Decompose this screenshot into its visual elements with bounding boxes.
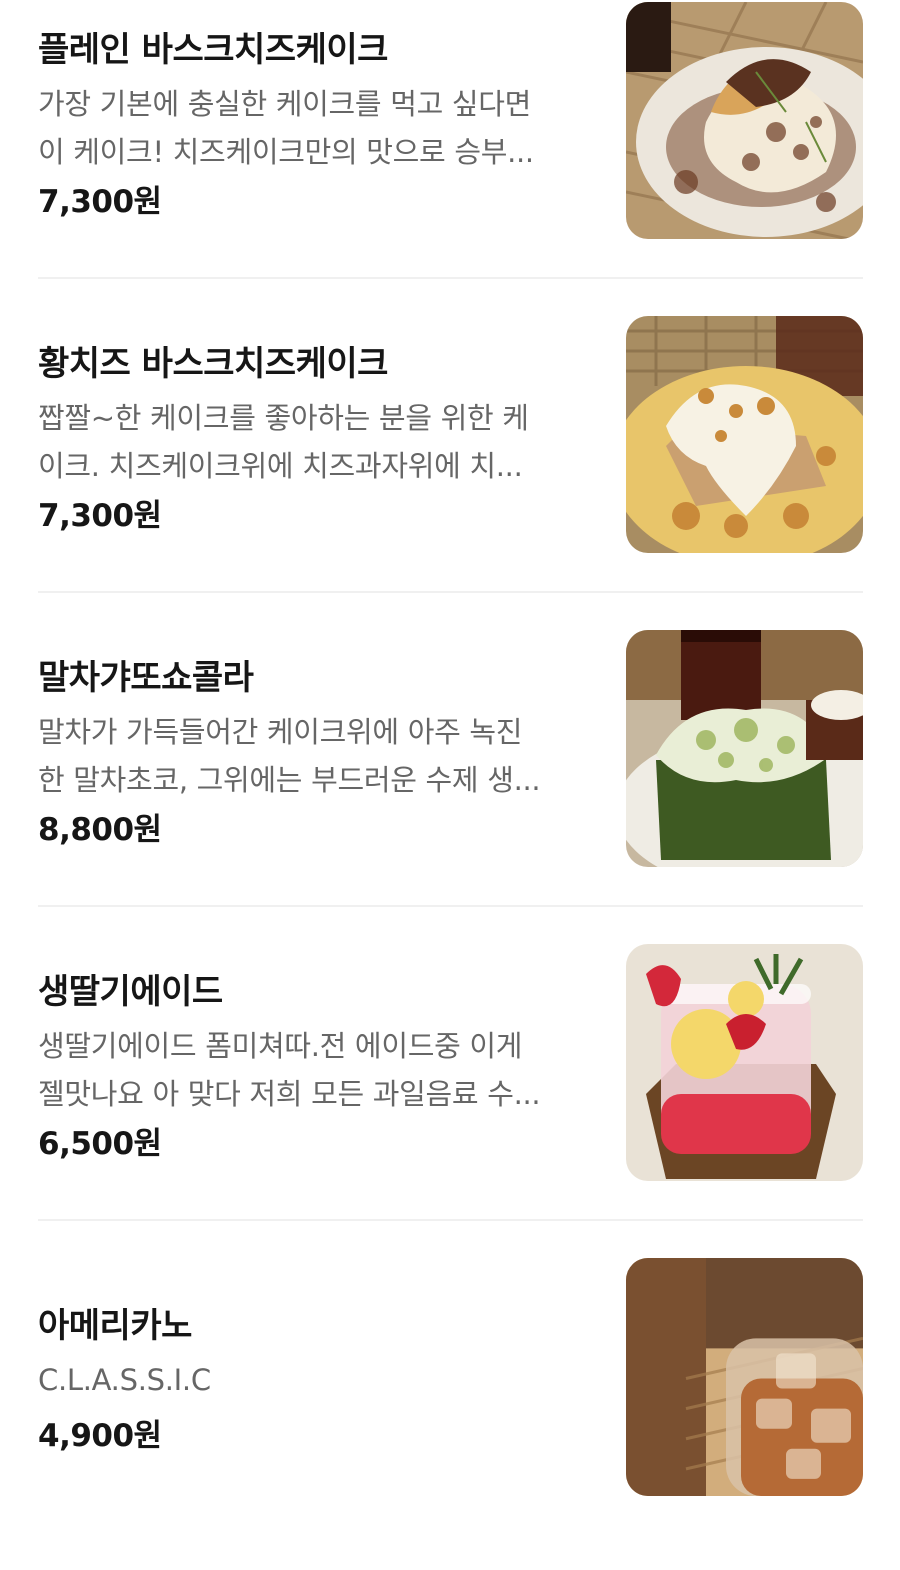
menu-item-name: 말차갸또쇼콜라 bbox=[38, 658, 254, 698]
strawberry-ade-photo[interactable] bbox=[626, 944, 863, 1181]
menu-item-price: 7,300원 bbox=[38, 498, 162, 534]
description-line: 생딸기에이드 폼미쳐따.전 에이드중 이게 bbox=[38, 1029, 523, 1063]
cheesecake-cocoa-photo[interactable] bbox=[626, 2, 863, 239]
menu-item-description: 짭짤~한 케이크를 좋아하는 분을 위한 케 이크. 치즈케이크위에 치즈과자위… bbox=[38, 394, 598, 490]
menu-item-fresh-strawberry-ade[interactable]: 생딸기에이드 생딸기에이드 폼미쳐따.전 에이드중 이게 젤맛나요 아 맞다 저… bbox=[0, 942, 900, 1256]
menu-item-price: 4,900원 bbox=[38, 1418, 162, 1454]
menu-item-name: 황치즈 바스크치즈케이크 bbox=[38, 344, 388, 384]
description-line: 짭짤~한 케이크를 좋아하는 분을 위한 케 bbox=[38, 401, 529, 435]
menu-item-yellow-cheese-basque-cheesecake[interactable]: 황치즈 바스크치즈케이크 짭짤~한 케이크를 좋아하는 분을 위한 케 이크. … bbox=[0, 314, 900, 628]
divider bbox=[38, 905, 863, 907]
menu-item-americano[interactable]: 아메리카노 C.L.A.S.S.I.C 4,900원 bbox=[0, 1256, 900, 1570]
matcha-cake-photo[interactable] bbox=[626, 630, 863, 867]
divider bbox=[38, 277, 863, 279]
description-line: C.L.A.S.S.I.C bbox=[38, 1363, 211, 1397]
menu-item-description: 말차가 가득들어간 케이크위에 아주 녹진 한 말차초코, 그위에는 부드러운 … bbox=[38, 708, 598, 804]
menu-item-name: 플레인 바스크치즈케이크 bbox=[38, 30, 388, 70]
menu-list: 플레인 바스크치즈케이크 가장 기본에 충실한 케이크를 먹고 싶다면 이 케이… bbox=[0, 0, 900, 1506]
description-line: 한 말차초코, 그위에는 부드러운 수제 생... bbox=[38, 763, 541, 797]
divider bbox=[38, 591, 863, 593]
description-line: 가장 기본에 충실한 케이크를 먹고 싶다면 bbox=[38, 87, 532, 121]
description-line: 젤맛나요 아 맞다 저희 모든 과일음료 수... bbox=[38, 1077, 541, 1111]
menu-item-description: C.L.A.S.S.I.C bbox=[38, 1356, 598, 1404]
description-line: 말차가 가득들어간 케이크위에 아주 녹진 bbox=[38, 715, 523, 749]
menu-item-description: 가장 기본에 충실한 케이크를 먹고 싶다면 이 케이크! 치즈케이크만의 맛으… bbox=[38, 80, 598, 176]
menu-item-name: 아메리카노 bbox=[38, 1306, 192, 1346]
description-line: 이크. 치즈케이크위에 치즈과자위에 치... bbox=[38, 449, 523, 483]
menu-item-description: 생딸기에이드 폼미쳐따.전 에이드중 이게 젤맛나요 아 맞다 저희 모든 과일… bbox=[38, 1022, 598, 1118]
description-line: 이 케이크! 치즈케이크만의 맛으로 승부... bbox=[38, 135, 534, 169]
menu-item-plain-basque-cheesecake[interactable]: 플레인 바스크치즈케이크 가장 기본에 충실한 케이크를 먹고 싶다면 이 케이… bbox=[0, 0, 900, 314]
divider bbox=[38, 1219, 863, 1221]
iced-americano-photo[interactable] bbox=[626, 1258, 863, 1496]
menu-item-price: 8,800원 bbox=[38, 812, 162, 848]
menu-item-name: 생딸기에이드 bbox=[38, 972, 223, 1012]
yellow-cheesecake-photo[interactable] bbox=[626, 316, 863, 553]
menu-item-matcha-gateau-chocolat[interactable]: 말차갸또쇼콜라 말차가 가득들어간 케이크위에 아주 녹진 한 말차초코, 그위… bbox=[0, 628, 900, 942]
menu-item-price: 7,300원 bbox=[38, 184, 162, 220]
menu-item-price: 6,500원 bbox=[38, 1126, 162, 1162]
